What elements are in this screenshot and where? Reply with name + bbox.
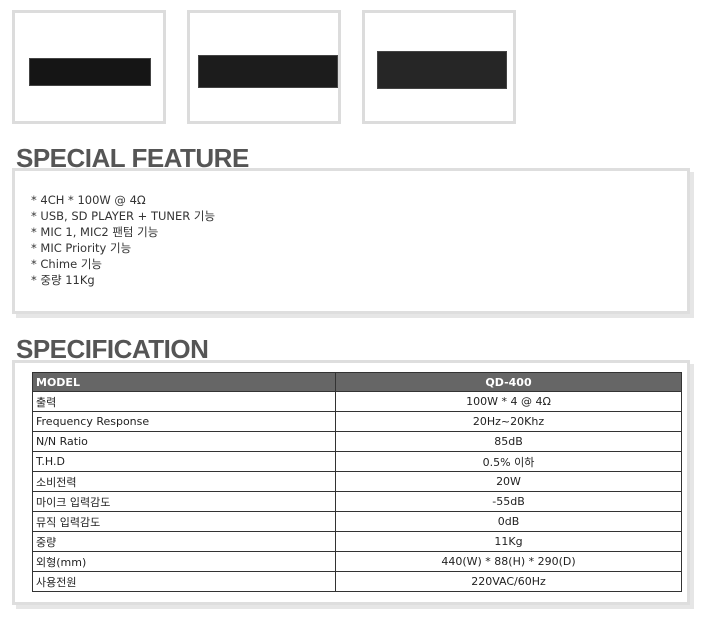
spec-label: Frequency Response (32, 411, 336, 432)
spec-label: N/N Ratio (32, 431, 336, 452)
column-header-model-value: QD-400 (335, 372, 682, 392)
table-header-row: MODEL QD-400 (32, 372, 682, 392)
feature-item: * MIC 1, MIC2 팬텀 기능 (31, 225, 159, 239)
table-row: Frequency Response 20Hz~20Khz (32, 411, 682, 432)
spec-label: 출력 (32, 391, 336, 412)
product-thumbnail-front[interactable] (12, 10, 166, 124)
spec-value: -55dB (335, 491, 682, 512)
spec-value: 100W * 4 @ 4Ω (335, 391, 682, 412)
amplifier-rear-image (198, 55, 338, 88)
table-row: 외형(mm) 440(W) * 88(H) * 290(D) (32, 551, 682, 572)
spec-label: 사용전원 (32, 571, 336, 592)
table-row: 중량 11Kg (32, 531, 682, 552)
spec-label: 중량 (32, 531, 336, 552)
specification-panel: MODEL QD-400 출력 100W * 4 @ 4Ω Frequency … (12, 360, 690, 605)
product-thumbnail-rear-detail[interactable] (362, 10, 516, 124)
spec-label: T.H.D (32, 451, 336, 472)
table-row: 소비전력 20W (32, 471, 682, 492)
table-row: 출력 100W * 4 @ 4Ω (32, 391, 682, 412)
table-row: N/N Ratio 85dB (32, 431, 682, 452)
spec-label: 외형(mm) (32, 551, 336, 572)
spec-label: 마이크 입력감도 (32, 491, 336, 512)
table-row: 사용전원 220VAC/60Hz (32, 571, 682, 592)
feature-item: * MIC Priority 기능 (31, 241, 132, 255)
spec-label: 뮤직 입력감도 (32, 511, 336, 532)
spec-value: 0.5% 이하 (335, 451, 682, 472)
spec-value: 0dB (335, 511, 682, 532)
table-row: 마이크 입력감도 -55dB (32, 491, 682, 512)
column-header-model: MODEL (32, 372, 336, 392)
feature-item: * 중량 11Kg (31, 273, 95, 287)
spec-value: 11Kg (335, 531, 682, 552)
table-row: T.H.D 0.5% 이하 (32, 451, 682, 472)
table-row: 뮤직 입력감도 0dB (32, 511, 682, 532)
spec-value: 20W (335, 471, 682, 492)
spec-value: 85dB (335, 431, 682, 452)
feature-item: * 4CH * 100W @ 4Ω (31, 193, 146, 207)
spec-label: 소비전력 (32, 471, 336, 492)
product-thumbnail-rear[interactable] (187, 10, 341, 124)
spec-value: 440(W) * 88(H) * 290(D) (335, 551, 682, 572)
spec-value: 20Hz~20Khz (335, 411, 682, 432)
amplifier-front-image (29, 58, 151, 86)
spec-value: 220VAC/60Hz (335, 571, 682, 592)
feature-item: * USB, SD PLAYER + TUNER 기능 (31, 209, 216, 223)
feature-item: * Chime 기능 (31, 257, 103, 271)
specification-table: MODEL QD-400 출력 100W * 4 @ 4Ω Frequency … (32, 372, 682, 592)
feature-list: * 4CH * 100W @ 4Ω * USB, SD PLAYER + TUN… (15, 171, 687, 288)
amplifier-rear-detail-image (377, 51, 507, 89)
special-feature-panel: * 4CH * 100W @ 4Ω * USB, SD PLAYER + TUN… (12, 168, 690, 314)
